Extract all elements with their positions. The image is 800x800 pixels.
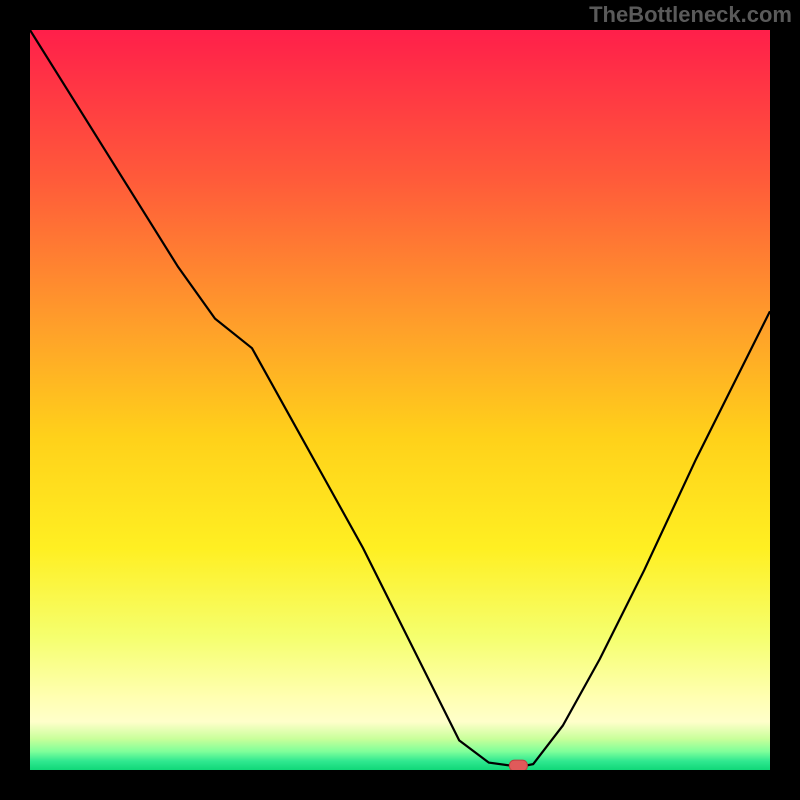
- optimal-marker: [509, 760, 527, 770]
- chart-svg: [30, 30, 770, 770]
- gradient-background: [30, 30, 770, 770]
- watermark-text: TheBottleneck.com: [589, 2, 792, 28]
- chart-canvas: [30, 30, 770, 770]
